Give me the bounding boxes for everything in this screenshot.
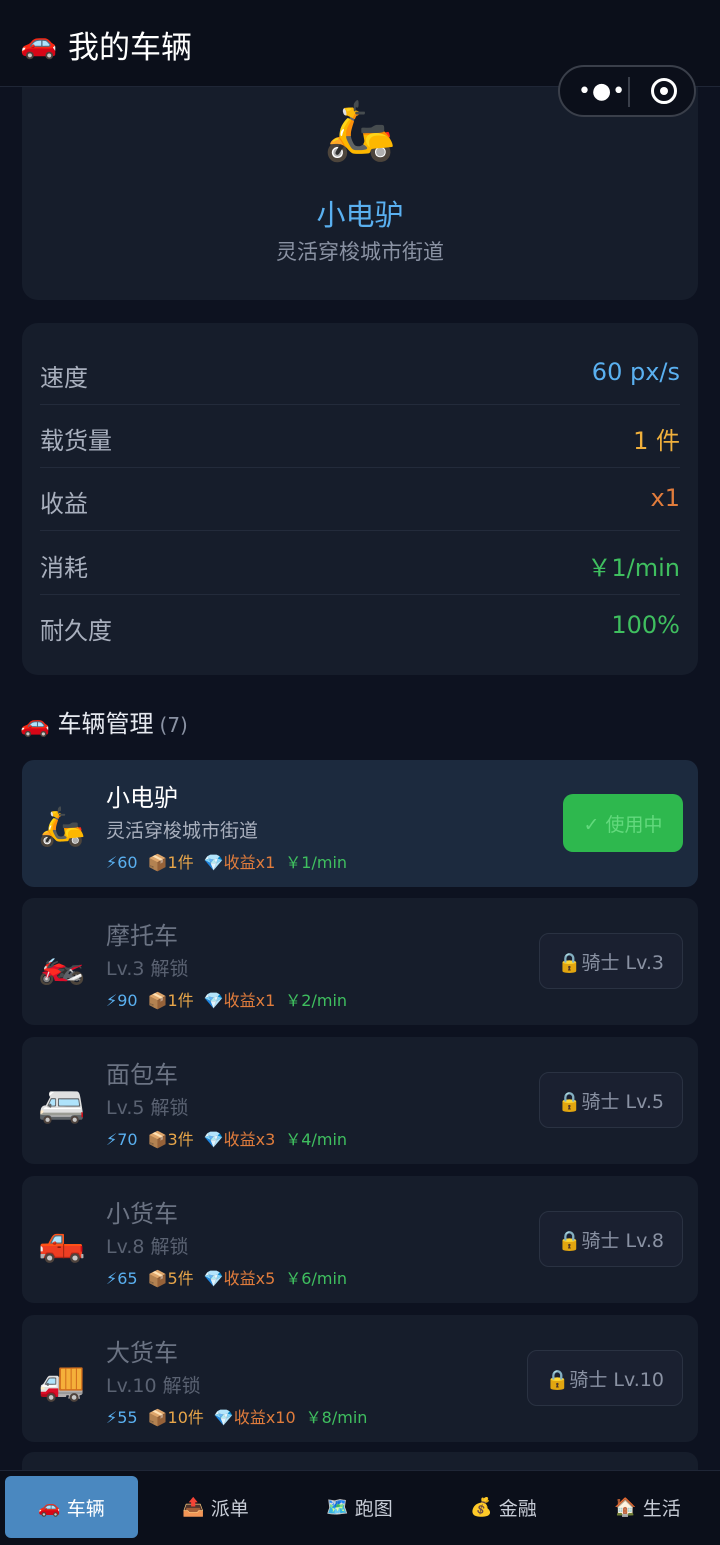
- income-stat: 💎收益x3: [203, 1130, 276, 1149]
- stat-value: x1: [650, 484, 680, 512]
- close-target-icon[interactable]: [651, 78, 677, 104]
- capsule-divider: [628, 77, 630, 107]
- speed-stat: ⚡65: [106, 1269, 138, 1288]
- car-icon: 🚗: [20, 710, 50, 738]
- capacity-stat: 📦10件: [147, 1408, 204, 1427]
- current-vehicle-name: 小电驴: [316, 198, 404, 232]
- tab-vehicles[interactable]: 🚗 车辆: [5, 1476, 138, 1538]
- stat-row-income: 收益 x1: [40, 467, 680, 531]
- scooter-icon: 🛵: [38, 804, 86, 848]
- stat-value: 100%: [611, 611, 680, 639]
- locked-button[interactable]: 🔒骑士 Lv.10: [526, 1350, 683, 1406]
- vehicle-stats: ⚡90 📦1件 💎收益x1 ￥2/min: [106, 987, 357, 1011]
- vehicle-name: 小货车: [106, 1200, 178, 1228]
- money-bag-icon: 💰: [470, 1496, 493, 1518]
- minibus-icon: 🚐: [38, 1081, 86, 1125]
- vehicle-subtitle: Lv.5 解锁: [106, 1097, 189, 1119]
- vehicle-subtitle: Lv.3 解锁: [106, 958, 189, 980]
- vehicle-stats: ⚡60 📦1件 💎收益x1 ￥1/min: [106, 849, 357, 873]
- capacity-stat: 📦3件: [147, 1130, 194, 1149]
- capacity-stat: 📦1件: [147, 991, 194, 1010]
- cost-stat: ￥6/min: [285, 1269, 348, 1288]
- stat-label: 消耗: [40, 554, 88, 582]
- cost-stat: ￥8/min: [305, 1408, 368, 1427]
- speed-stat: ⚡60: [106, 853, 138, 872]
- stat-row-durability: 耐久度 100%: [40, 594, 680, 657]
- vehicle-subtitle: Lv.8 解锁: [106, 1236, 189, 1258]
- speed-stat: ⚡55: [106, 1408, 138, 1427]
- car-icon: 🚗: [20, 26, 58, 61]
- car-icon: 🚗: [38, 1496, 61, 1518]
- income-stat: 💎收益x1: [203, 853, 276, 872]
- cost-stat: ￥2/min: [285, 991, 348, 1010]
- speed-stat: ⚡70: [106, 1130, 138, 1149]
- stat-label: 收益: [40, 490, 88, 518]
- vehicle-name: 摩托车: [106, 922, 178, 950]
- stat-row-cost: 消耗 ￥1/min: [40, 531, 680, 595]
- vehicle-stats: ⚡55 📦10件 💎收益x10 ￥8/min: [106, 1404, 377, 1428]
- tab-finance[interactable]: 💰 金融: [437, 1476, 570, 1538]
- vehicle-name: 大货车: [106, 1339, 178, 1367]
- vehicle-stats: ⚡70 📦3件 💎收益x3 ￥4/min: [106, 1126, 357, 1150]
- stat-value: 1 件: [633, 427, 680, 455]
- truck-icon: 🚚: [38, 1359, 86, 1403]
- tab-dispatch[interactable]: 📤 派单: [149, 1476, 282, 1538]
- cost-stat: ￥4/min: [285, 1130, 348, 1149]
- stat-row-capacity: 载货量 1 件: [40, 404, 680, 468]
- income-stat: 💎收益x5: [203, 1269, 276, 1288]
- section-title: 🚗 车辆管理 (7): [20, 704, 188, 739]
- section-label: 车辆管理: [57, 710, 154, 738]
- vehicle-name: 面包车: [106, 1061, 178, 1089]
- tab-label: 跑图: [354, 1497, 393, 1520]
- locked-button[interactable]: 🔒骑士 Lv.8: [538, 1211, 683, 1267]
- vehicle-card-motorcycle[interactable]: 🏍️ 摩托车 Lv.3 解锁 ⚡90 📦1件 💎收益x1 ￥2/min 🔒骑士 Lv.…: [22, 898, 698, 1025]
- income-stat: 💎收益x1: [203, 991, 276, 1010]
- house-icon: 🏠: [614, 1496, 637, 1518]
- map-icon: 🗺️: [326, 1496, 349, 1518]
- vehicle-card-minibus[interactable]: 🚐 面包车 Lv.5 解锁 ⚡70 📦3件 💎收益x3 ￥4/min 🔒骑士 Lv.5: [22, 1037, 698, 1164]
- in-use-button[interactable]: ✓ 使用中: [563, 794, 683, 852]
- vehicle-subtitle: 灵活穿梭城市街道: [106, 820, 259, 842]
- tab-label: 派单: [210, 1497, 249, 1520]
- tab-label: 车辆: [66, 1497, 105, 1520]
- current-vehicle-desc: 灵活穿梭城市街道: [276, 240, 444, 264]
- vehicle-count: (7): [159, 713, 188, 737]
- tab-label: 生活: [642, 1497, 681, 1520]
- capacity-stat: 📦1件: [147, 853, 194, 872]
- tab-label: 金融: [498, 1497, 537, 1520]
- more-icon[interactable]: •●•: [578, 79, 626, 104]
- vehicle-name: 小电驴: [106, 784, 178, 812]
- vehicle-card-pickup[interactable]: 🛻 小货车 Lv.8 解锁 ⚡65 📦5件 💎收益x5 ￥6/min 🔒骑士 Lv.8: [22, 1176, 698, 1303]
- motorcycle-icon: 🏍️: [38, 942, 86, 986]
- stat-value: ￥1/min: [587, 554, 680, 582]
- vehicle-subtitle: Lv.10 解锁: [106, 1375, 201, 1397]
- tab-life[interactable]: 🏠 生活: [581, 1476, 714, 1538]
- capacity-stat: 📦5件: [147, 1269, 194, 1288]
- miniprogram-capsule: •●•: [558, 65, 696, 117]
- stat-row-speed: 速度 60 px/s: [40, 341, 680, 405]
- vehicle-stats: ⚡65 📦5件 💎收益x5 ￥6/min: [106, 1265, 357, 1289]
- cost-stat: ￥1/min: [285, 853, 348, 872]
- bottom-tab-bar: 🚗 车辆 📤 派单 🗺️ 跑图 💰 金融 🏠 生活: [0, 1470, 720, 1545]
- locked-button[interactable]: 🔒骑士 Lv.5: [538, 1072, 683, 1128]
- stat-label: 速度: [40, 364, 88, 392]
- stat-value: 60 px/s: [591, 358, 680, 386]
- stat-label: 耐久度: [40, 617, 112, 645]
- vehicle-stats-panel: 速度 60 px/s 载货量 1 件 收益 x1 消耗 ￥1/min 耐久度 1…: [22, 323, 698, 675]
- tab-map[interactable]: 🗺️ 跑图: [293, 1476, 426, 1538]
- vehicle-card-truck[interactable]: 🚚 大货车 Lv.10 解锁 ⚡55 📦10件 💎收益x10 ￥8/min 🔒骑士 L…: [22, 1315, 698, 1442]
- stat-label: 载货量: [40, 427, 112, 455]
- speed-stat: ⚡90: [106, 991, 138, 1010]
- vehicle-card-scooter[interactable]: 🛵 小电驴 灵活穿梭城市街道 ⚡60 📦1件 💎收益x1 ￥1/min ✓ 使用中: [22, 760, 698, 887]
- outbox-icon: 📤: [182, 1496, 205, 1518]
- locked-button[interactable]: 🔒骑士 Lv.3: [538, 933, 683, 989]
- income-stat: 💎收益x10: [213, 1408, 296, 1427]
- pickup-truck-icon: 🛻: [38, 1220, 86, 1264]
- page-title: 我的车辆: [68, 30, 192, 66]
